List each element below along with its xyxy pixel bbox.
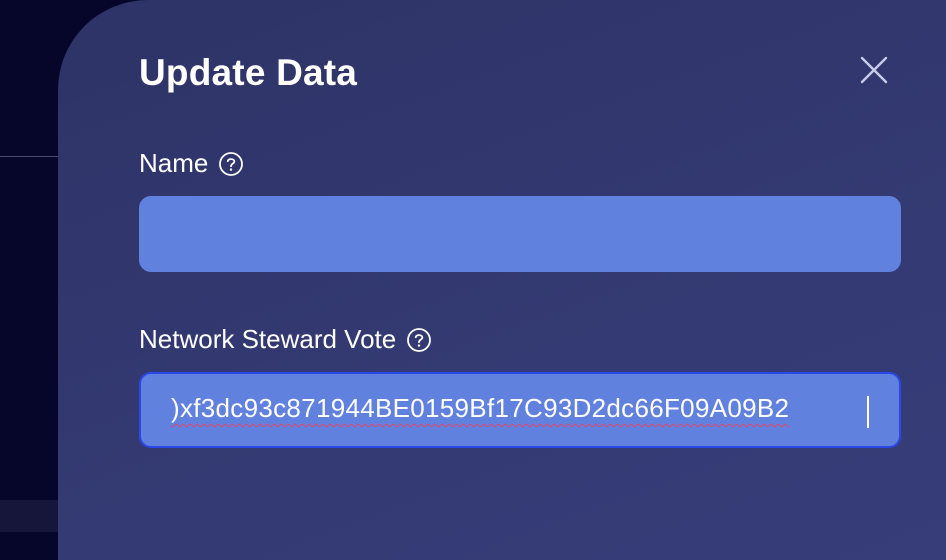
steward-vote-label: Network Steward Vote xyxy=(139,324,397,354)
name-input[interactable] xyxy=(139,196,901,272)
help-circle-icon[interactable] xyxy=(218,151,244,177)
steward-vote-label-group: Network Steward Vote xyxy=(139,324,432,355)
close-icon xyxy=(858,56,890,89)
modal-title: Update Data xyxy=(139,52,358,93)
steward-vote-input-value: )xf3dc93c871944BE0159Bf17C93D2dc66F09A09… xyxy=(171,393,790,423)
name-field-label-group: Name xyxy=(139,148,244,179)
help-circle-icon[interactable] xyxy=(406,327,432,353)
close-button[interactable] xyxy=(858,54,890,86)
text-caret xyxy=(867,396,869,428)
steward-vote-input[interactable]: )xf3dc93c871944BE0159Bf17C93D2dc66F09A09… xyxy=(139,372,901,448)
name-field-label: Name xyxy=(139,148,209,178)
